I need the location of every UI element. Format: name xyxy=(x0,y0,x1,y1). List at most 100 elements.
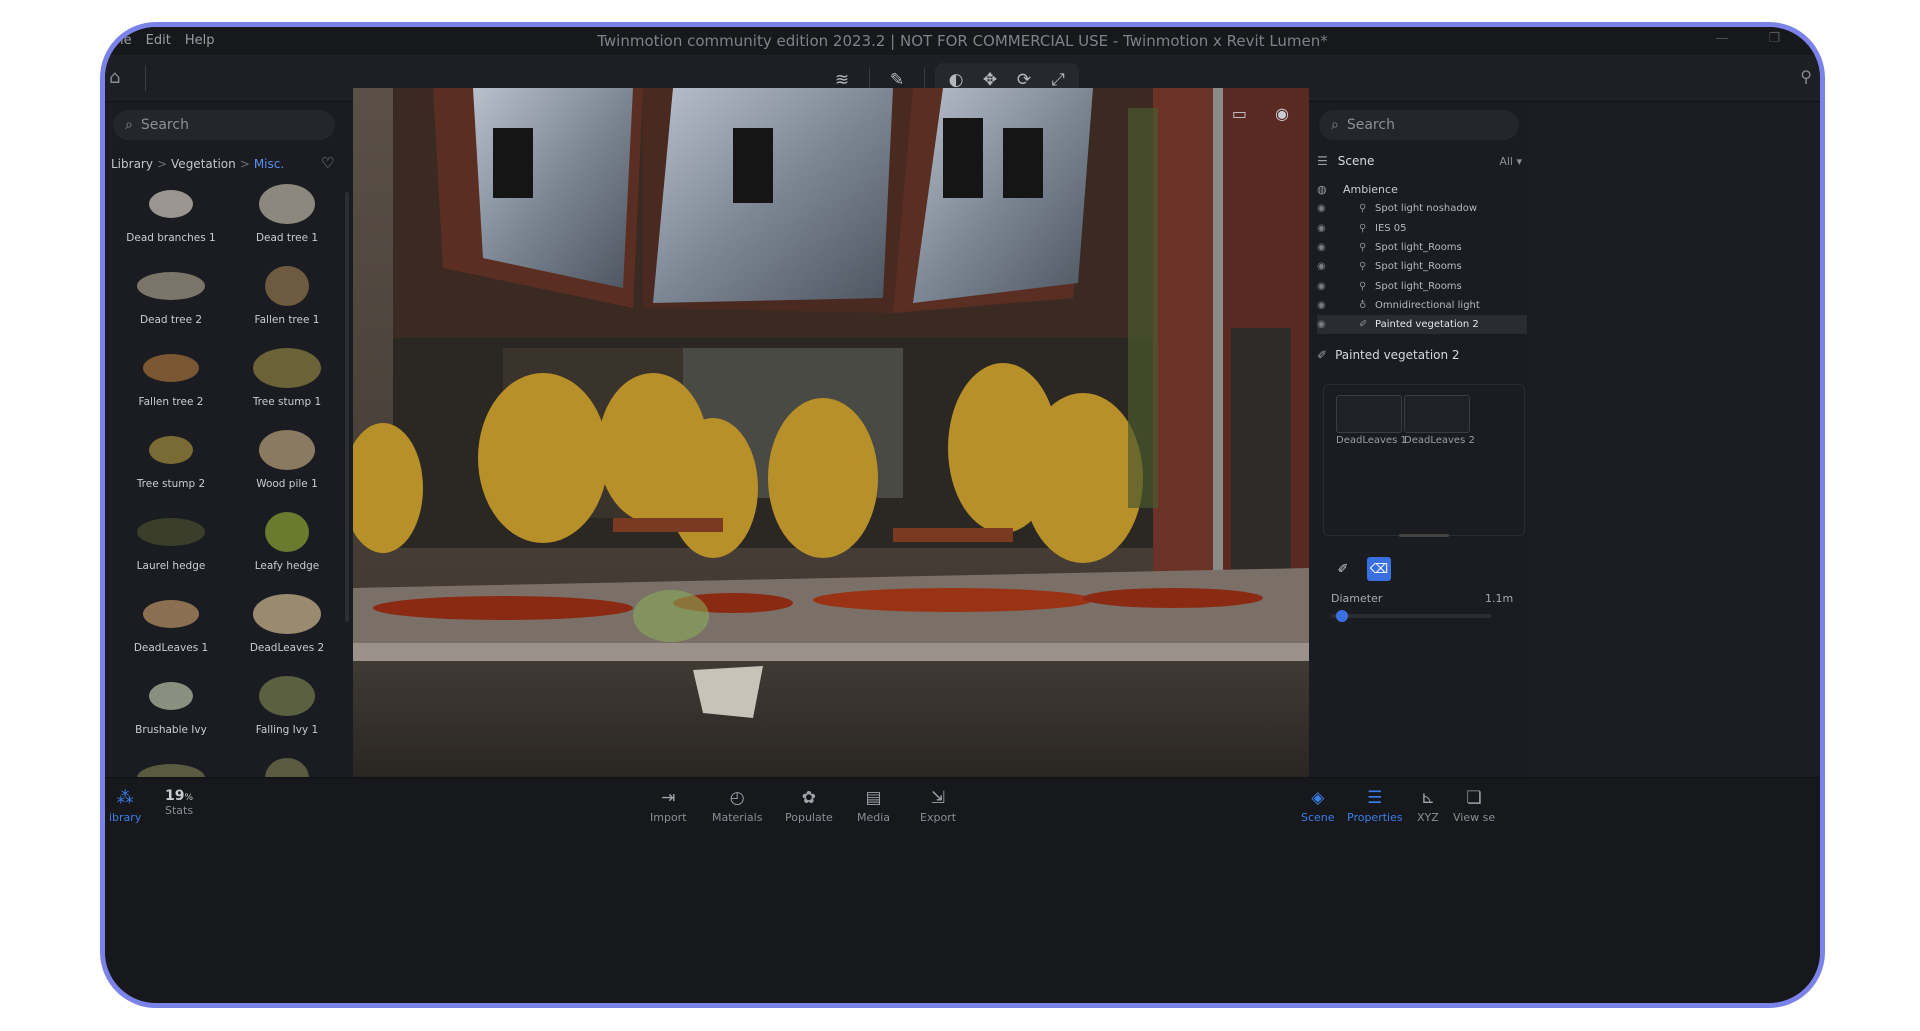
slider-handle[interactable] xyxy=(1335,610,1348,622)
maximize-icon[interactable]: ❐ xyxy=(1768,31,1780,46)
asset-label: Leafy hedge xyxy=(254,560,320,572)
item-label: DeadLeaves 1 xyxy=(1336,435,1407,446)
export-button[interactable]: ⇲ Export xyxy=(920,788,956,824)
materials-button[interactable]: ◴ Materials xyxy=(712,788,762,824)
asset-thumbnail xyxy=(245,338,329,394)
stats-tab[interactable]: 19% Stats xyxy=(165,788,193,817)
frame-icon[interactable]: ▭ xyxy=(1232,104,1247,123)
asset-thumbnail xyxy=(129,502,213,558)
breadcrumb-item-current[interactable]: Misc. xyxy=(254,157,284,171)
asset-tile[interactable]: Tree stump 1 xyxy=(229,336,345,418)
materials-icon: ◴ xyxy=(729,788,745,808)
asset-tile[interactable]: Fallen tree 1 xyxy=(229,254,345,336)
asset-tile[interactable]: DeadLeaves 2 xyxy=(229,582,345,664)
library-search-input[interactable]: ⌕ Search xyxy=(113,110,335,140)
asset-tile[interactable]: Dead tree 1 xyxy=(229,172,345,254)
3d-viewport[interactable]: ▭ ◉ xyxy=(353,88,1309,777)
globe-icon: ◍ xyxy=(1317,183,1327,197)
asset-tile[interactable]: DeadLeaves 1 xyxy=(113,582,229,664)
spotlight-icon: ⚲ xyxy=(1359,261,1367,273)
tree-item[interactable]: ◉ ⚲ Spot light noshadow xyxy=(1317,199,1527,218)
diameter-slider[interactable] xyxy=(1331,610,1491,622)
diameter-value: 1.1m xyxy=(1485,592,1514,605)
asset-thumbnail xyxy=(245,420,329,476)
scene-panel: ⌕ Search ☰ Scene All ▾ ◍ Ambience ◉ ⚲ Spot… xyxy=(1309,102,1530,792)
home-icon[interactable]: ⌂ xyxy=(109,67,120,88)
asset-thumbnail xyxy=(129,584,213,640)
title-bar: le Edit Help Twinmotion community editio… xyxy=(105,27,1820,55)
asset-tile[interactable]: Leafy hedge xyxy=(229,500,345,582)
properties-icon: ☰ xyxy=(1367,788,1383,808)
visibility-eye-icon[interactable]: ◉ xyxy=(1317,281,1339,292)
spotlight-icon: ⚲ xyxy=(1359,242,1367,254)
search-icon: ⌕ xyxy=(125,117,133,133)
minimize-icon[interactable]: — xyxy=(1715,31,1728,46)
tree-item[interactable]: ◉ ⚲ Spot light_Rooms xyxy=(1317,257,1527,276)
asset-thumbnail xyxy=(129,666,213,722)
visibility-eye-icon[interactable]: ◉ xyxy=(1317,300,1339,311)
asset-tile[interactable]: Laurel hedge xyxy=(113,500,229,582)
asset-tile[interactable]: Dead tree 2 xyxy=(113,254,229,336)
favorite-icon[interactable]: ♡ xyxy=(321,154,334,172)
asset-tile[interactable]: Wood pile 1 xyxy=(229,418,345,500)
tree-root[interactable]: ◍ Ambience xyxy=(1317,180,1527,199)
scene-render xyxy=(353,88,1309,777)
view-set-tab-label: View se xyxy=(1453,811,1496,824)
asset-tile[interactable]: Brushable Ivy xyxy=(113,664,229,746)
tree-item[interactable]: ◉ ⚲ Spot light_Rooms xyxy=(1317,238,1527,257)
import-button[interactable]: ⇥ Import xyxy=(650,788,687,824)
asset-thumbnail xyxy=(245,584,329,640)
asset-tile[interactable]: Fallen tree 2 xyxy=(113,336,229,418)
asset-label: Dead tree 1 xyxy=(255,232,319,244)
tree-item[interactable]: ◉ ⚲ IES 05 xyxy=(1317,219,1527,238)
vegetation-items: DeadLeaves 1 DeadLeaves 2 xyxy=(1323,384,1525,536)
xyz-tab[interactable]: ⊾ XYZ xyxy=(1417,788,1439,824)
visibility-eye-icon[interactable]: ◉ xyxy=(1317,203,1339,214)
breadcrumb-item[interactable]: Vegetation xyxy=(171,157,236,171)
view-set-tab[interactable]: ❏ View se xyxy=(1453,788,1495,824)
visibility-eye-icon[interactable]: ◉ xyxy=(1317,242,1339,253)
library-tab[interactable]: ⁂ ibrary xyxy=(109,788,141,824)
item-thumbnail[interactable] xyxy=(1404,395,1470,433)
window-controls: — ❐ xyxy=(1715,31,1780,46)
asset-thumbnail xyxy=(245,174,329,230)
asset-label: Fallen tree 2 xyxy=(138,396,204,408)
eye-icon[interactable]: ◉ xyxy=(1275,104,1289,123)
search-placeholder: Search xyxy=(1346,117,1395,133)
scene-search-input[interactable]: ⌕ Search xyxy=(1319,110,1519,140)
asset-tile[interactable]: Falling Ivy 1 xyxy=(229,664,345,746)
populate-button[interactable]: ✿ Populate xyxy=(785,788,833,824)
tree-root-label: Ambience xyxy=(1343,183,1398,197)
export-icon: ⇲ xyxy=(930,788,946,808)
tree-item[interactable]: ◉ ⚲ Spot light_Rooms xyxy=(1317,276,1527,295)
account-icon[interactable]: ⚲ xyxy=(1800,67,1812,86)
asset-thumbnail xyxy=(129,420,213,476)
paint-brush-icon[interactable]: ✐ xyxy=(1331,557,1355,581)
eraser-icon[interactable]: ⌫ xyxy=(1367,557,1391,581)
visibility-eye-icon[interactable]: ◉ xyxy=(1317,319,1339,330)
visibility-eye-icon[interactable]: ◉ xyxy=(1317,261,1339,272)
viewport-controls: ▭ ◉ xyxy=(1232,104,1289,123)
tree-item-label: Spot light_Rooms xyxy=(1375,261,1462,273)
viewset-icon: ❏ xyxy=(1466,788,1482,808)
media-button[interactable]: ▤ Media xyxy=(857,788,890,824)
asset-label: Dead branches 1 xyxy=(126,232,216,244)
visibility-eye-icon[interactable]: ◉ xyxy=(1317,223,1339,234)
asset-thumbnail xyxy=(129,174,213,230)
item-thumbnail[interactable] xyxy=(1336,395,1402,433)
toolbar-divider xyxy=(145,65,146,91)
tree-children: ◉ ⚲ Spot light noshadow ◉ ⚲ IES 05 ◉ ⚲ Spot ligh… xyxy=(1317,199,1527,335)
xyz-tab-label: XYZ xyxy=(1417,811,1439,824)
app-window: le Edit Help Twinmotion community editio… xyxy=(100,22,1825,1008)
library-panel: ⌕ Search Library > Vegetation > Misc. ♡ Dead… xyxy=(105,102,353,798)
breadcrumb-item[interactable]: Library xyxy=(111,157,153,171)
scene-filter-dropdown[interactable]: All ▾ xyxy=(1499,155,1522,168)
library-scrollbar[interactable] xyxy=(345,192,349,622)
asset-tile[interactable]: Tree stump 2 xyxy=(113,418,229,500)
tree-item[interactable]: ◉ ♁ Omnidirectional light xyxy=(1317,296,1527,315)
asset-tile[interactable]: Dead branches 1 xyxy=(113,172,229,254)
properties-scrollbar[interactable] xyxy=(1399,534,1449,537)
scene-tab[interactable]: ◈ Scene xyxy=(1301,788,1335,824)
properties-tab[interactable]: ☰ Properties xyxy=(1347,788,1403,824)
tree-item[interactable]: ◉ ✐ Painted vegetation 2 xyxy=(1317,315,1527,335)
